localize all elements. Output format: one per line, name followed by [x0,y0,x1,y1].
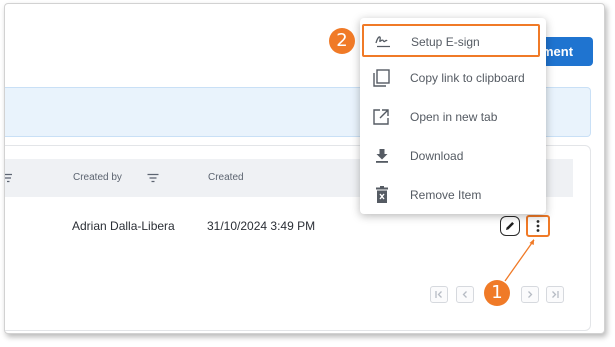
menu-item-label: Setup E-sign [411,35,480,49]
callout-step-2: 2 [329,28,355,54]
menu-item-label: Remove Item [410,188,482,202]
menu-item-label: Open in new tab [410,110,498,124]
context-menu: Setup E-sign Copy link to clipboard Open… [360,18,546,214]
signature-icon [375,36,390,48]
menu-item-open-new-tab[interactable]: Open in new tab [360,98,546,136]
menu-item-setup-esign[interactable]: Setup E-sign [362,24,540,57]
menu-item-download[interactable]: Download [360,137,546,175]
download-icon [376,149,388,163]
copy-icon [373,69,390,87]
menu-item-label: Download [410,149,464,163]
callout-step-1: 1 [484,280,510,306]
menu-item-label: Copy link to clipboard [410,71,525,85]
open-external-icon [373,109,389,125]
menu-item-copy-link[interactable]: Copy link to clipboard [360,59,546,97]
menu-item-remove-item[interactable]: Remove Item [360,176,546,214]
trash-icon [376,186,388,203]
